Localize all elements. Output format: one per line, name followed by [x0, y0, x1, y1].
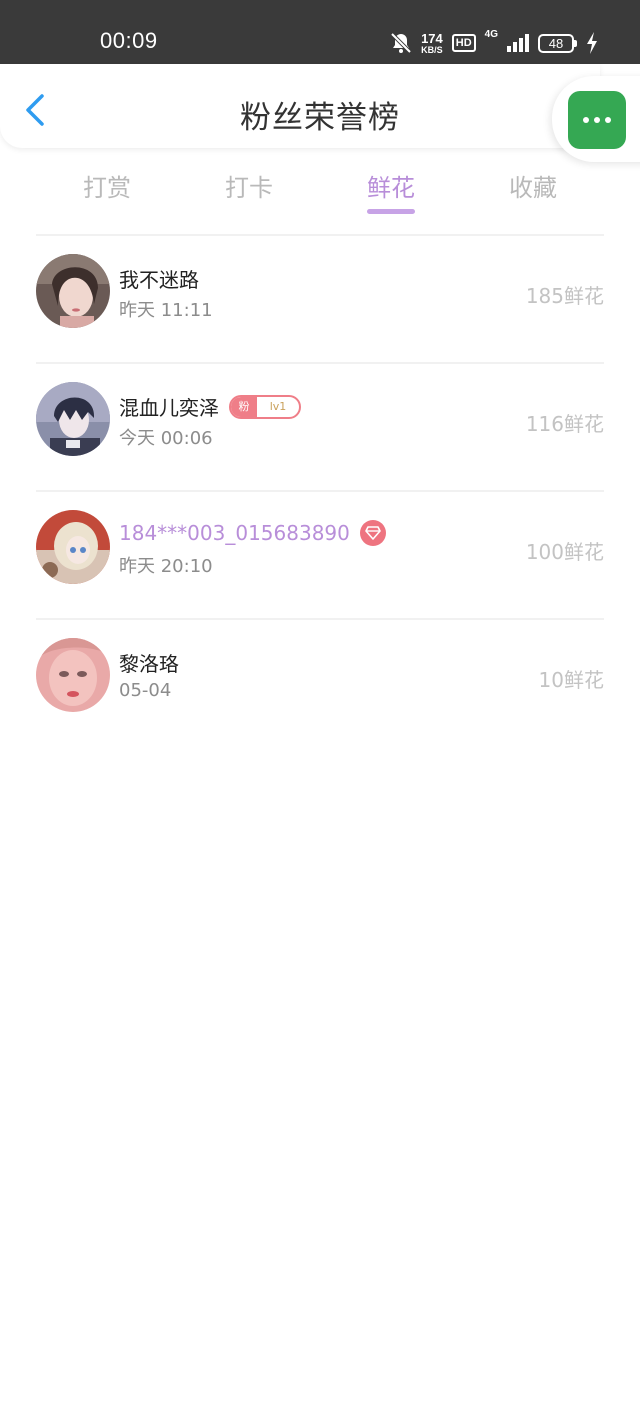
network-type: 4G [484, 29, 498, 40]
name-line: 混血儿奕泽 粉 lv1 [119, 392, 301, 421]
avatar [36, 510, 110, 584]
list-item[interactable]: 184***003_015683890 昨天 20:10 100鲜花 [0, 492, 640, 619]
flower-count: 100鲜花 [525, 540, 604, 564]
name-line: 黎洛珞 [119, 648, 179, 677]
timestamp: 今天 00:06 [119, 428, 213, 449]
tab-checkin-label: 打卡 [225, 174, 273, 202]
net-speed-value: 174 [421, 30, 443, 46]
flower-count: 116鲜花 [525, 412, 604, 436]
tab-flowers-label: 鲜花 [367, 174, 415, 202]
name-line: 我不迷路 [119, 264, 199, 293]
tab-favorites[interactable]: 收藏 [462, 160, 604, 220]
flower-count: 185鲜花 [525, 284, 604, 308]
timestamp: 昨天 11:11 [119, 300, 213, 321]
tab-flowers[interactable]: 鲜花 [320, 160, 462, 220]
signal-icon [507, 34, 529, 52]
tab-bar: 打赏 打卡 鲜花 收藏 [36, 160, 604, 220]
fan-level-badge: 粉 lv1 [229, 394, 301, 419]
user-name: 混血儿奕泽 [119, 396, 219, 420]
diamond-icon [359, 520, 386, 546]
flower-count: 10鲜花 [538, 668, 604, 692]
fan-badge-label: 粉 [231, 396, 257, 417]
status-bar: 00:09 174 KB/S HD 4G 48 [0, 0, 640, 64]
list-item[interactable]: 混血儿奕泽 粉 lv1 今天 00:06 116鲜花 [0, 364, 640, 491]
fan-badge-level: lv1 [269, 399, 287, 413]
net-speed-unit: KB/S [421, 44, 443, 55]
active-tab-indicator [367, 209, 415, 214]
list-item[interactable]: 黎洛珞 05-04 10鲜花 [0, 620, 640, 747]
name-line: 184***003_015683890 [119, 520, 386, 546]
timestamp: 05-04 [119, 680, 172, 701]
charging-icon [586, 32, 598, 54]
battery-level: 48 [538, 33, 574, 53]
avatar [36, 382, 110, 456]
timestamp: 昨天 20:10 [119, 556, 213, 577]
user-name: 黎洛珞 [119, 652, 179, 676]
more-button-container [552, 76, 640, 162]
tab-favorites-label: 收藏 [509, 174, 557, 202]
more-button[interactable] [568, 91, 626, 149]
list-item[interactable]: 我不迷路 昨天 11:11 185鲜花 [0, 236, 640, 363]
tab-checkin[interactable]: 打卡 [178, 160, 320, 220]
more-dots-icon [583, 117, 611, 123]
hd-badge: HD [451, 34, 476, 52]
user-name: 184***003_015683890 [119, 521, 350, 545]
tab-reward-label: 打赏 [83, 174, 131, 202]
net-speed: 174 KB/S [421, 32, 443, 55]
bell-muted-icon [390, 32, 412, 54]
avatar [36, 254, 110, 328]
status-icons: 174 KB/S HD 4G 48 [390, 28, 598, 58]
tab-reward[interactable]: 打赏 [36, 160, 178, 220]
page-title: 粉丝荣誉榜 [240, 100, 400, 136]
battery-icon: 48 [538, 33, 577, 53]
status-time: 00:09 [100, 28, 158, 53]
user-name: 我不迷路 [119, 268, 199, 292]
avatar [36, 638, 110, 712]
header: 粉丝荣誉榜 [0, 64, 640, 162]
